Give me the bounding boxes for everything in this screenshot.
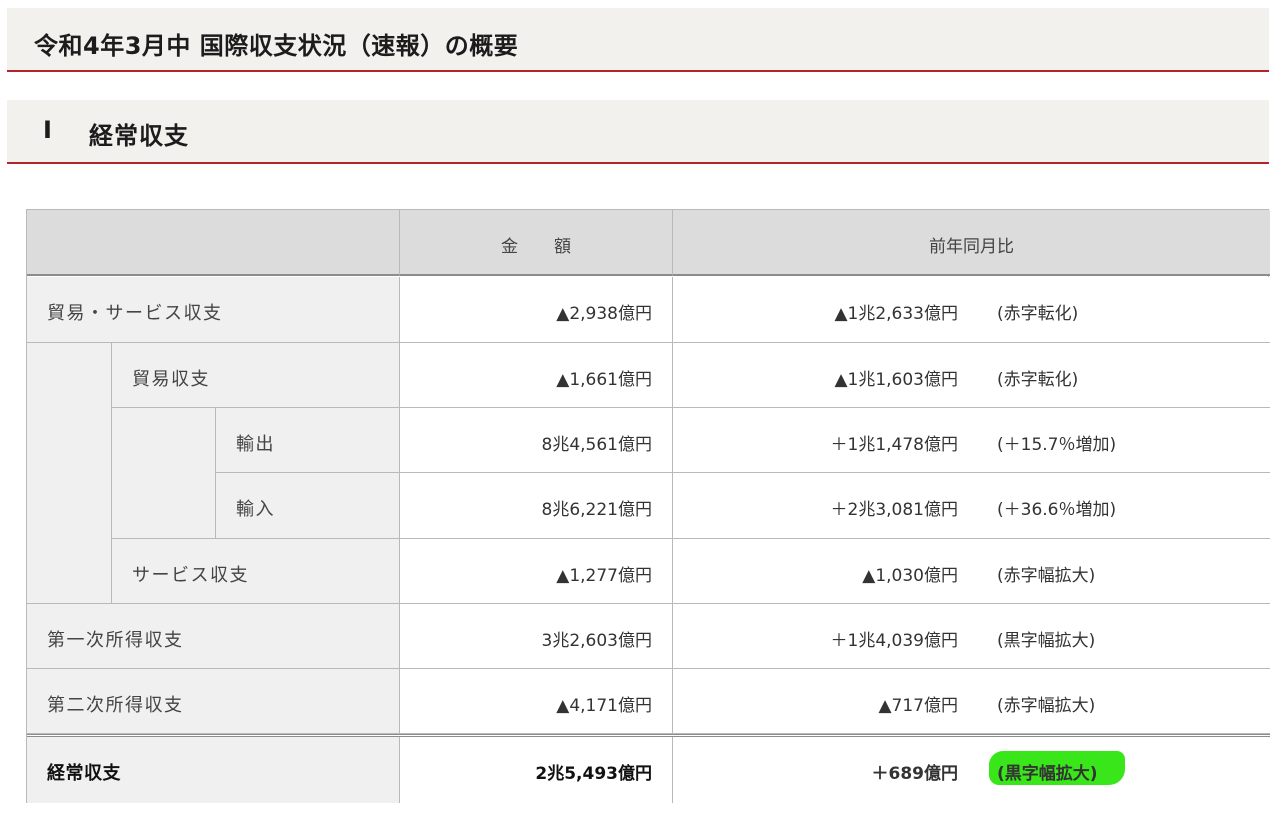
yoy-note: (赤字転化) <box>997 304 1079 324</box>
yoy-note: (＋15.7％増加) <box>997 435 1117 455</box>
yoy-note-highlighted: (黒字幅拡大) <box>997 764 1098 784</box>
label-secondary-income: 第二次所得収支 <box>27 669 400 734</box>
amount-cell: 3兆2,603億円 <box>400 604 673 669</box>
amount-cell-total: 2兆5,493億円 <box>400 737 673 803</box>
amount-value: ▲1,277億円 <box>556 566 652 586</box>
yoy-value: ▲1兆1,603億円 <box>834 370 958 390</box>
table-header-yoy: 前年同月比 <box>673 210 1270 276</box>
section-heading-bar: Ⅰ 経常収支 <box>7 100 1269 164</box>
header-amount-text: 金 額 <box>500 237 587 257</box>
amount-value: ▲4,171億円 <box>556 696 652 716</box>
yoy-cell: ▲1兆2,633億円 (赤字転化) <box>673 277 1270 343</box>
amount-cell: ▲4,171億円 <box>400 669 673 734</box>
label-current-account: 経常収支 <box>27 737 400 803</box>
label-primary-income: 第一次所得収支 <box>27 604 400 669</box>
page-title-bar: 令和4年3月中 国際収支状況（速報）の概要 <box>7 8 1269 72</box>
yoy-value: ＋689億円 <box>871 764 959 784</box>
header-yoy-text: 前年同月比 <box>929 237 1014 257</box>
label-exports: 輸出 <box>216 408 400 473</box>
yoy-value: ＋1兆1,478億円 <box>830 435 958 455</box>
page-title: 令和4年3月中 国際収支状況（速報）の概要 <box>34 32 519 60</box>
yoy-value: ＋2兆3,081億円 <box>830 500 958 520</box>
yoy-value: ▲1,030億円 <box>862 566 958 586</box>
yoy-note: (赤字幅拡大) <box>997 696 1096 716</box>
label-services: サービス収支 <box>112 539 400 604</box>
amount-cell: 8兆4,561億円 <box>400 408 673 473</box>
table-header-label <box>27 210 400 276</box>
row-label: 輸出 <box>236 434 275 455</box>
label-trade: 貿易収支 <box>112 343 400 408</box>
section-number: Ⅰ <box>43 116 52 144</box>
yoy-value: ＋1兆4,039億円 <box>830 631 958 651</box>
row-label: 貿易・サービス収支 <box>47 303 223 324</box>
yoy-cell: ＋1兆4,039億円 (黒字幅拡大) <box>673 604 1270 669</box>
label-imports: 輸入 <box>216 473 400 539</box>
yoy-note: (赤字幅拡大) <box>997 566 1096 586</box>
section-title: 経常収支 <box>89 122 189 150</box>
row-label: 輸入 <box>236 499 275 520</box>
row-label: サービス収支 <box>132 565 249 586</box>
row-label: 貿易収支 <box>132 369 210 390</box>
amount-value: ▲2,938億円 <box>556 304 652 324</box>
yoy-cell: ▲1兆1,603億円 (赤字転化) <box>673 343 1270 408</box>
row-label: 第一次所得収支 <box>47 630 184 651</box>
yoy-cell: ▲1,030億円 (赤字幅拡大) <box>673 539 1270 604</box>
amount-value: 8兆6,221億円 <box>541 500 652 520</box>
yoy-note: (＋36.6％増加) <box>997 500 1117 520</box>
yoy-value: ▲717億円 <box>878 696 958 716</box>
amount-value: 8兆4,561億円 <box>541 435 652 455</box>
yoy-cell: ▲717億円 (赤字幅拡大) <box>673 669 1270 734</box>
yoy-cell: ＋2兆3,081億円 (＋36.6％増加) <box>673 473 1270 539</box>
yoy-note: (赤字転化) <box>997 370 1079 390</box>
yoy-note: (黒字幅拡大) <box>997 631 1096 651</box>
amount-cell: 8兆6,221億円 <box>400 473 673 539</box>
amount-value: ▲1,661億円 <box>556 370 652 390</box>
yoy-cell-total: ＋689億円 (黒字幅拡大) <box>673 737 1270 803</box>
amount-cell: ▲1,661億円 <box>400 343 673 408</box>
total-divider <box>27 734 1270 737</box>
amount-value: 3兆2,603億円 <box>541 631 652 651</box>
row-label: 経常収支 <box>47 763 121 784</box>
amount-value: 2兆5,493億円 <box>535 764 652 784</box>
label-goods-services-top: 貿易・サービス収支 <box>27 277 400 343</box>
amount-cell: ▲2,938億円 <box>400 277 673 343</box>
row-label: 第二次所得収支 <box>47 695 184 716</box>
balance-table: 金 額 前年同月比 貿易・サービス収支 貿易収支 輸出 輸入 サービス収支 第一… <box>26 209 1270 803</box>
yoy-cell: ＋1兆1,478億円 (＋15.7％増加) <box>673 408 1270 473</box>
table-header-amount: 金 額 <box>400 210 673 276</box>
yoy-value: ▲1兆2,633億円 <box>834 304 958 324</box>
amount-cell: ▲1,277億円 <box>400 539 673 604</box>
